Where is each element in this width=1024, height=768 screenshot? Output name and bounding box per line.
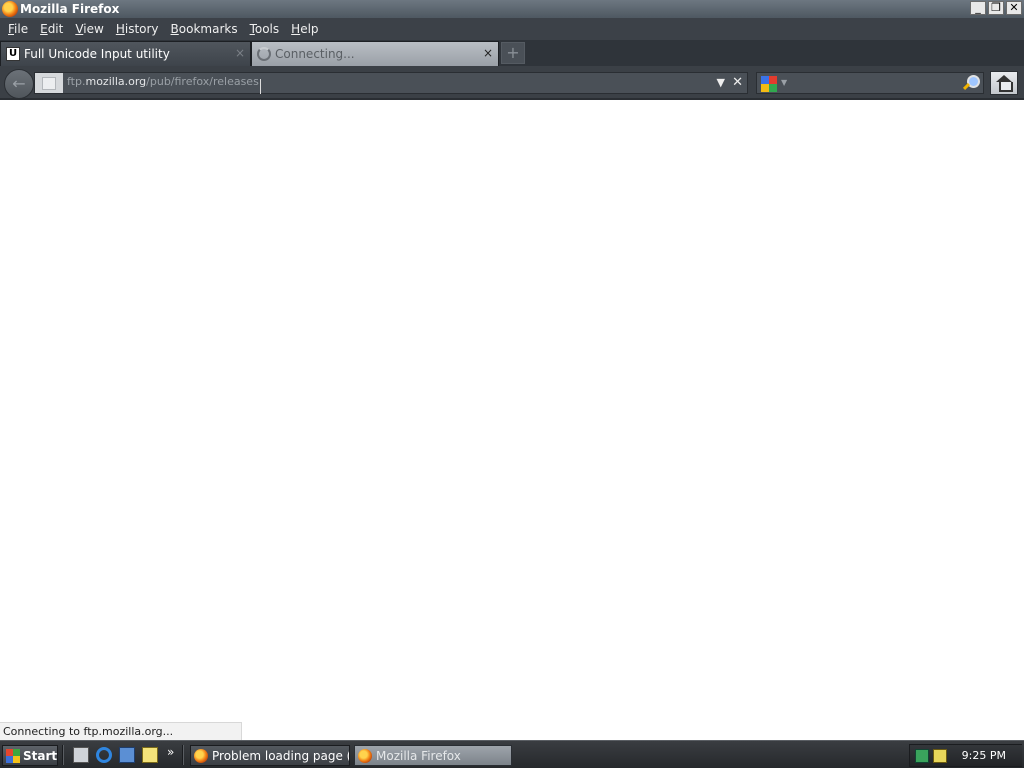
minimize-button[interactable]: _	[970, 1, 986, 15]
taskbar-task-problem-loading[interactable]: Problem loading page (K-...	[190, 745, 350, 766]
menu-tools[interactable]: Tools	[244, 22, 286, 36]
firefox-icon	[194, 748, 208, 763]
internet-explorer-icon[interactable]	[96, 747, 112, 763]
back-button[interactable]: ←	[4, 69, 34, 99]
tab-strip: U Full Unicode Input utility × Connectin…	[0, 40, 1024, 66]
show-desktop-icon[interactable]	[73, 747, 89, 763]
close-window-button[interactable]: ✕	[1006, 1, 1022, 15]
window-titlebar[interactable]: Mozilla Firefox _ ❐ ✕	[0, 0, 1024, 18]
window-controls: _ ❐ ✕	[970, 1, 1022, 15]
windows-logo-icon	[6, 748, 20, 763]
menu-help[interactable]: Help	[285, 22, 324, 36]
quicklaunch-more-button[interactable]: »	[167, 745, 174, 759]
system-tray: 9:25 PM	[909, 744, 1022, 767]
url-history-dropdown-icon[interactable]: ▼	[717, 76, 725, 89]
tab-label: Connecting...	[275, 47, 355, 61]
unicode-icon: U	[6, 47, 20, 61]
maximize-button[interactable]: ❐	[988, 1, 1004, 15]
search-files-icon[interactable]	[142, 747, 158, 763]
firefox-logo-icon[interactable]	[2, 1, 18, 17]
search-icon[interactable]	[961, 74, 980, 92]
taskbar: Start » Problem loading page (K-... Mozi…	[0, 740, 1024, 768]
url-text[interactable]: ftp.mozilla.org/pub/firefox/releases	[67, 75, 259, 88]
tray-app-icon[interactable]	[933, 749, 947, 763]
tab-unicode-input[interactable]: U Full Unicode Input utility ×	[0, 41, 251, 66]
taskbar-separator	[182, 745, 184, 765]
search-engine-dropdown-icon[interactable]: ▼	[781, 78, 787, 87]
loading-throbber-icon	[257, 47, 271, 61]
stop-icon[interactable]: ✕	[732, 75, 743, 90]
tab-label: Full Unicode Input utility	[24, 47, 170, 61]
new-tab-button[interactable]: +	[501, 42, 525, 64]
tab-connecting[interactable]: Connecting... ×	[251, 41, 499, 66]
site-identity-icon[interactable]	[35, 73, 63, 93]
menu-edit[interactable]: Edit	[34, 22, 69, 36]
status-panel: Connecting to ftp.mozilla.org...	[0, 722, 242, 740]
tab-close-icon[interactable]: ×	[482, 46, 494, 60]
menu-file[interactable]: File	[2, 22, 34, 36]
taskbar-task-mozilla-firefox[interactable]: Mozilla Firefox	[354, 745, 512, 766]
page-content	[0, 100, 1024, 740]
menu-bookmarks[interactable]: Bookmarks	[165, 22, 244, 36]
google-engine-icon[interactable]	[761, 76, 777, 92]
mail-icon[interactable]	[119, 747, 135, 763]
search-bar[interactable]: ▼	[756, 72, 984, 94]
text-cursor-icon	[260, 79, 266, 94]
taskbar-separator	[62, 745, 64, 765]
firefox-icon	[358, 748, 372, 763]
menu-bar: File Edit View History Bookmarks Tools H…	[0, 18, 1024, 40]
menu-view[interactable]: View	[69, 22, 109, 36]
menu-history[interactable]: History	[110, 22, 165, 36]
window-title: Mozilla Firefox	[20, 2, 120, 16]
clock[interactable]: 9:25 PM	[962, 749, 1006, 762]
home-button[interactable]	[990, 71, 1018, 95]
network-icon[interactable]	[915, 749, 929, 763]
url-bar[interactable]: ftp.mozilla.org/pub/firefox/releases ▼ ✕	[34, 72, 748, 94]
start-button[interactable]: Start	[2, 745, 58, 766]
tab-close-icon[interactable]: ×	[234, 46, 246, 60]
